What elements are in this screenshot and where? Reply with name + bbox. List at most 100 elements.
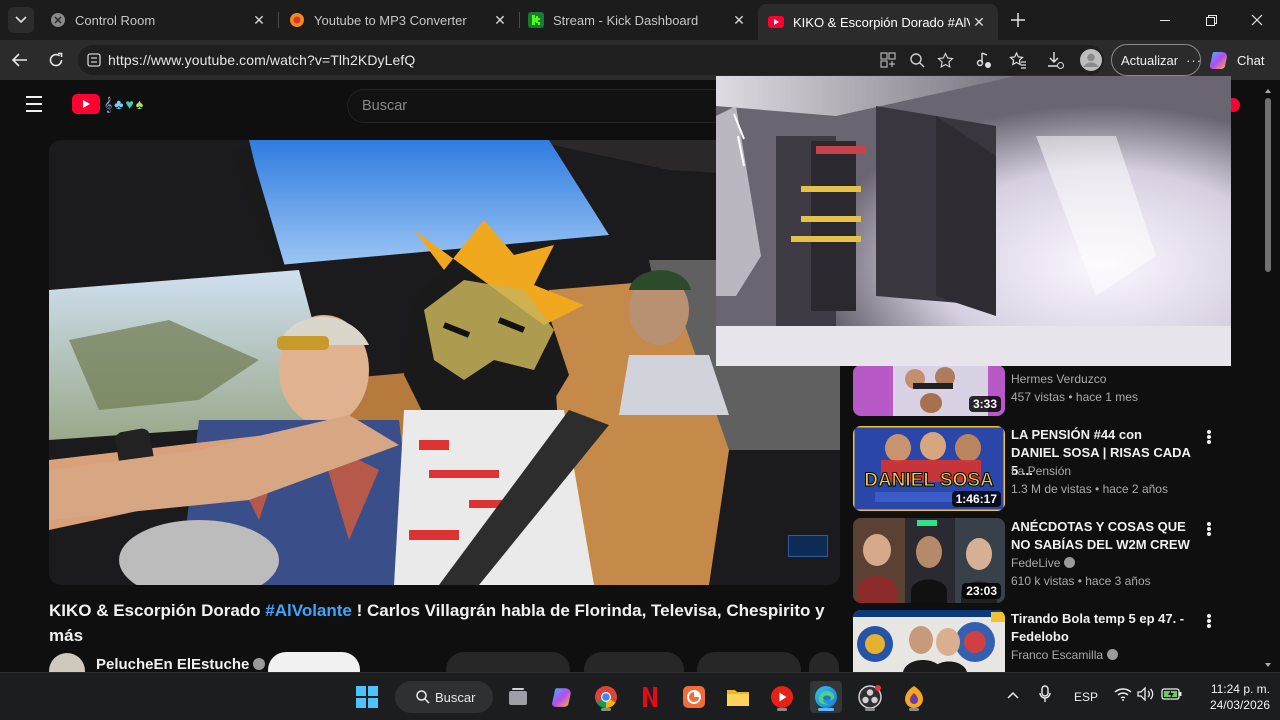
copilot-icon <box>552 688 571 707</box>
folder-icon <box>727 690 749 706</box>
running-indicator <box>909 708 919 711</box>
video-title: KIKO & Escorpión Dorado #AlVolante ! Car… <box>49 598 839 648</box>
close-icon[interactable]: ✕ <box>730 11 748 29</box>
verified-icon <box>253 658 266 670</box>
page-scrollbar[interactable] <box>1264 88 1272 668</box>
volume-icon[interactable] <box>1137 686 1155 704</box>
tab-youtube-active[interactable]: KIKO & Escorpión Dorado #AlVola ✕ <box>758 4 998 40</box>
recommendation-item[interactable]: Tirando Bola temp 5 ep 47. - Fedelobo Fr… <box>853 610 1213 672</box>
tab-kick-dashboard[interactable]: Stream - Kick Dashboard ✕ <box>518 4 758 36</box>
close-window-button[interactable] <box>1234 0 1280 40</box>
battery-icon[interactable] <box>1161 687 1183 704</box>
microphone-icon[interactable] <box>1039 685 1051 706</box>
chrome-taskbar-button[interactable] <box>590 681 622 713</box>
hamburger-menu-icon[interactable] <box>26 96 48 114</box>
fl-studio-taskbar-button[interactable] <box>898 681 930 713</box>
video-thumbnail[interactable] <box>853 610 1005 672</box>
youtube-logo[interactable] <box>72 94 100 114</box>
download-button[interactable] <box>697 652 801 672</box>
channel-watermark[interactable] <box>788 535 828 557</box>
webcam-overlay <box>716 76 1231 366</box>
tab-list-button[interactable] <box>8 7 34 33</box>
scroll-down-icon <box>1265 663 1271 667</box>
rec-channel[interactable]: Franco Escamilla <box>1011 648 1119 662</box>
recommendation-item[interactable]: 23:03 ANÉCDOTAS Y COSAS QUE NO SABÍAS DE… <box>853 518 1213 603</box>
rec-age: hace 3 años <box>1085 574 1151 588</box>
hashtag-link[interactable]: #AlVolante <box>265 601 352 620</box>
recommendation-item[interactable]: 3:33 Hermes Verduzco 457 vistas • hace 1… <box>853 365 1213 425</box>
windows-start-icon <box>356 686 378 708</box>
rec-channel[interactable]: La Pensión <box>1011 464 1071 478</box>
more-options-icon[interactable] <box>1205 520 1213 538</box>
close-icon[interactable]: ✕ <box>970 13 988 31</box>
more-options-icon[interactable] <box>1205 612 1213 630</box>
zoom-icon[interactable] <box>907 50 927 70</box>
youtube-app-taskbar-button[interactable] <box>766 681 798 713</box>
app-available-icon[interactable] <box>878 50 898 70</box>
back-button[interactable] <box>7 47 33 73</box>
obs-taskbar-button[interactable] <box>854 681 886 713</box>
channel-name[interactable]: PelucheEn ElEstuche <box>96 656 266 672</box>
more-options-icon: ··· <box>1186 52 1203 68</box>
minimize-icon <box>1160 19 1170 21</box>
rec-title[interactable]: Tirando Bola temp 5 ep 47. - Fedelobo <box>1011 610 1191 646</box>
edge-taskbar-button[interactable] <box>810 681 842 713</box>
address-bar[interactable]: https://www.youtube.com/watch?v=Tlh2KDyL… <box>78 45 1104 75</box>
input-language[interactable]: ESP <box>1074 690 1098 704</box>
minimize-button[interactable] <box>1142 0 1188 40</box>
rec-views: 457 vistas <box>1011 390 1066 404</box>
tab-title: KIKO & Escorpión Dorado #AlVola <box>793 14 970 30</box>
scrollbar-thumb[interactable] <box>1265 98 1271 272</box>
file-explorer-taskbar-button[interactable] <box>722 681 754 713</box>
copilot-chat-button[interactable]: Chat <box>1208 44 1274 76</box>
tab-mp3-converter[interactable]: Youtube to MP3 Converter ✕ <box>279 4 519 36</box>
favorite-star-icon[interactable] <box>935 50 955 70</box>
new-tab-button[interactable] <box>1006 8 1030 32</box>
app-orange-taskbar-button[interactable] <box>678 681 710 713</box>
rec-meta: 457 vistas • hace 1 mes <box>1011 390 1138 404</box>
rec-channel[interactable]: Hermes Verduzco <box>1011 372 1106 386</box>
media-control-icon[interactable] <box>972 49 994 71</box>
channel-avatar[interactable] <box>49 653 85 672</box>
channel-row: PelucheEn ElEstuche <box>49 652 839 672</box>
like-button[interactable] <box>446 652 570 672</box>
scroll-up-icon <box>1265 89 1271 93</box>
video-thumbnail[interactable]: DANIEL SOSA 1:46:17 <box>853 426 1005 511</box>
video-thumbnail[interactable]: 3:33 <box>853 365 1005 416</box>
search-input[interactable]: Buscar <box>347 89 727 123</box>
copilot-taskbar-button[interactable] <box>546 681 578 713</box>
reload-button[interactable] <box>43 47 69 73</box>
windows-taskbar: Buscar ESP 11:24 p. m. 24/03/2026 <box>0 672 1280 720</box>
netflix-taskbar-button[interactable] <box>634 681 666 713</box>
rec-title[interactable]: ANÉCDOTAS Y COSAS QUE NO SABÍAS DEL W2M … <box>1011 518 1191 554</box>
subscribe-button[interactable] <box>268 652 360 672</box>
video-thumbnail[interactable]: 23:03 <box>853 518 1005 603</box>
rec-views: 610 k vistas <box>1011 574 1075 588</box>
restore-button[interactable] <box>1188 0 1234 40</box>
close-icon[interactable]: ✕ <box>250 11 268 29</box>
share-button[interactable] <box>584 652 684 672</box>
youtube-doodle[interactable]: 𝄞 ♣ ♥ ♠ <box>104 92 143 116</box>
downloads-icon[interactable] <box>1044 49 1066 71</box>
verified-icon <box>1064 557 1076 568</box>
favorites-icon[interactable] <box>1007 49 1029 71</box>
more-actions-button[interactable] <box>809 652 839 672</box>
profile-avatar-icon[interactable] <box>1079 48 1103 72</box>
taskbar-search[interactable]: Buscar <box>395 681 493 713</box>
webcam-image <box>716 76 1231 366</box>
recommendation-item[interactable]: DANIEL SOSA 1:46:17 LA PENSIÓN #44 con D… <box>853 426 1213 511</box>
system-clock[interactable]: 11:24 p. m. 24/03/2026 <box>1196 681 1270 713</box>
wifi-icon[interactable] <box>1114 687 1132 704</box>
tab-control-room[interactable]: Control Room ✕ <box>40 4 278 36</box>
more-options-icon[interactable] <box>1205 428 1213 446</box>
task-view-button[interactable] <box>502 681 534 713</box>
rec-channel[interactable]: FedeLive <box>1011 556 1076 570</box>
browser-tab-bar: Control Room ✕ Youtube to MP3 Converter … <box>0 0 1280 40</box>
start-button[interactable] <box>351 681 383 713</box>
update-button[interactable]: Actualizar ··· <box>1111 44 1201 76</box>
show-hidden-icons-button[interactable] <box>1007 688 1019 702</box>
verified-icon <box>1107 649 1119 660</box>
close-icon[interactable]: ✕ <box>491 11 509 29</box>
close-icon <box>1251 14 1263 26</box>
site-info-icon[interactable] <box>84 50 104 70</box>
